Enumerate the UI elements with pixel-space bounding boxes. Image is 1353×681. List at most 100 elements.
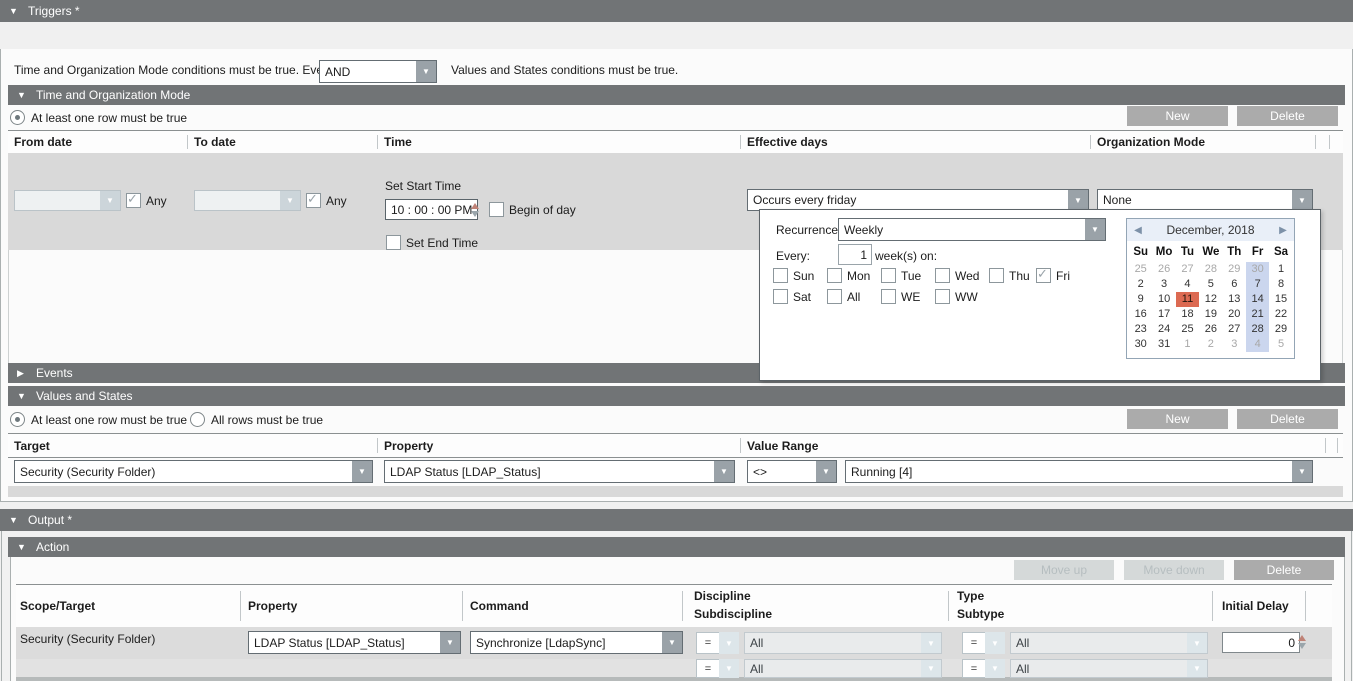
chevron-down-icon[interactable]: ▼	[985, 632, 1005, 654]
chevron-down-icon[interactable]: ▼	[280, 191, 300, 210]
chevron-down-icon[interactable]: ▼	[921, 660, 941, 677]
checkbox-checked-icon[interactable]	[1036, 268, 1051, 283]
chevron-down-icon[interactable]: ▼	[719, 659, 739, 678]
calendar-day-cell[interactable]: 8	[1269, 277, 1292, 292]
chevron-down-icon[interactable]: ▼	[416, 61, 436, 82]
calendar-day-cell[interactable]: 7	[1246, 277, 1269, 292]
radio-selected-icon[interactable]	[10, 110, 25, 125]
calendar-day-cell[interactable]: 25	[1176, 322, 1199, 337]
checkbox-icon[interactable]	[827, 289, 842, 304]
from-any-checkbox-row[interactable]: Any	[126, 193, 167, 208]
calendar-day-cell[interactable]: 6	[1223, 277, 1246, 292]
calendar-day-cell[interactable]: 28	[1199, 262, 1222, 277]
chevron-down-icon[interactable]: ▼	[1187, 633, 1207, 653]
checkbox-icon[interactable]	[489, 202, 504, 217]
calendar-day-cell[interactable]: 5	[1199, 277, 1222, 292]
chevron-down-icon[interactable]: ▼	[1292, 461, 1312, 482]
checkbox-icon[interactable]	[773, 289, 788, 304]
calendar-day-cell[interactable]: 3	[1152, 277, 1175, 292]
checkbox-checked-icon[interactable]	[126, 193, 141, 208]
tom-delete-button[interactable]: Delete	[1237, 106, 1338, 126]
spinner-down-icon[interactable]	[471, 211, 479, 217]
calendar-day-cell[interactable]: 27	[1223, 322, 1246, 337]
calendar-day-cell[interactable]: 20	[1223, 307, 1246, 322]
calendar-day-cell[interactable]: 4	[1246, 337, 1269, 352]
chevron-down-icon[interactable]: ▼	[1187, 660, 1207, 677]
weekday-checkbox-sat[interactable]: Sat	[773, 289, 811, 304]
recurrence-combobox[interactable]: Weekly ▼	[838, 218, 1106, 241]
section-output[interactable]: ▼ Output *	[0, 509, 1353, 531]
calendar-day-cell[interactable]: 2	[1199, 337, 1222, 352]
calendar-day-cell[interactable]: 31	[1152, 337, 1175, 352]
move-up-button[interactable]: Move up	[1014, 560, 1114, 580]
calendar-day-cell[interactable]: 25	[1129, 262, 1152, 277]
vs-rule-one-radio-row[interactable]: At least one row must be true	[10, 412, 187, 427]
calendar-day-cell[interactable]: 12	[1199, 292, 1222, 307]
calendar-day-cell[interactable]: 2	[1129, 277, 1152, 292]
to-date-combobox[interactable]: ▼	[194, 190, 301, 211]
calendar-day-cell[interactable]: 24	[1152, 322, 1175, 337]
subsection-time-org-mode[interactable]: ▼ Time and Organization Mode	[8, 85, 1345, 105]
every-input[interactable]: 1	[838, 244, 872, 265]
weekday-checkbox-tue[interactable]: Tue	[881, 268, 921, 283]
calendar-day-cell[interactable]: 1	[1269, 262, 1292, 277]
chevron-down-icon[interactable]: ▼	[352, 461, 372, 482]
checkbox-icon[interactable]	[989, 268, 1004, 283]
calendar-prev-icon[interactable]: ◀	[1129, 219, 1147, 241]
chevron-down-icon[interactable]: ▼	[985, 659, 1005, 678]
checkbox-icon[interactable]	[881, 268, 896, 283]
vs-delete-button[interactable]: Delete	[1237, 409, 1338, 429]
move-down-button[interactable]: Move down	[1124, 560, 1224, 580]
filter-value-combobox[interactable]: All▼	[1010, 659, 1208, 678]
calendar-day-cell[interactable]: 9	[1129, 292, 1152, 307]
vs-value-combobox[interactable]: Running [4] ▼	[845, 460, 1313, 483]
radio-icon[interactable]	[190, 412, 205, 427]
weekday-checkbox-we[interactable]: WE	[881, 289, 920, 304]
organization-mode-combobox[interactable]: None ▼	[1097, 189, 1313, 211]
radio-selected-icon[interactable]	[10, 412, 25, 427]
calendar-day-cell[interactable]: 14	[1246, 292, 1269, 307]
weekday-checkbox-wed[interactable]: Wed	[935, 268, 979, 283]
vs-property-combobox[interactable]: LDAP Status [LDAP_Status] ▼	[384, 460, 735, 483]
checkbox-checked-icon[interactable]	[306, 193, 321, 208]
weekday-checkbox-all[interactable]: All	[827, 289, 860, 304]
weekday-checkbox-thu[interactable]: Thu	[989, 268, 1030, 283]
vs-target-combobox[interactable]: Security (Security Folder) ▼	[14, 460, 373, 483]
calendar-day-cell[interactable]: 26	[1152, 262, 1175, 277]
calendar-day-cell[interactable]: 16	[1129, 307, 1152, 322]
calendar-day-cell[interactable]: 18	[1176, 307, 1199, 322]
weekday-checkbox-fri[interactable]: Fri	[1036, 268, 1070, 283]
filter-value-combobox[interactable]: All▼	[1010, 632, 1208, 654]
checkbox-icon[interactable]	[827, 268, 842, 283]
calendar-day-cell[interactable]: 21	[1246, 307, 1269, 322]
calendar-day-cell[interactable]: 29	[1269, 322, 1292, 337]
calendar-day-cell[interactable]: 17	[1152, 307, 1175, 322]
section-triggers[interactable]: ▼ Triggers *	[0, 0, 1353, 22]
filter-operator-box[interactable]: =	[696, 632, 720, 654]
calendar-today-cell[interactable]: 11	[1176, 292, 1199, 307]
vs-rule-all-radio-row[interactable]: All rows must be true	[190, 412, 323, 427]
calendar-day-cell[interactable]: 30	[1246, 262, 1269, 277]
tom-new-button[interactable]: New	[1127, 106, 1228, 126]
chevron-down-icon[interactable]: ▼	[714, 461, 734, 482]
calendar-day-cell[interactable]: 23	[1129, 322, 1152, 337]
chevron-down-icon[interactable]: ▼	[662, 632, 682, 653]
calendar-next-icon[interactable]: ▶	[1274, 219, 1292, 241]
checkbox-icon[interactable]	[386, 235, 401, 250]
calendar-day-cell[interactable]: 29	[1223, 262, 1246, 277]
chevron-down-icon[interactable]: ▼	[100, 191, 120, 210]
action-delete-button[interactable]: Delete	[1234, 560, 1334, 580]
calendar-day-cell[interactable]: 4	[1176, 277, 1199, 292]
weekday-checkbox-sun[interactable]: Sun	[773, 268, 814, 283]
spinner-up-icon[interactable]	[471, 203, 479, 209]
to-any-checkbox-row[interactable]: Any	[306, 193, 347, 208]
chevron-down-icon[interactable]: ▼	[921, 633, 941, 653]
spinner-down-icon[interactable]	[1298, 643, 1306, 649]
calendar-day-cell[interactable]: 26	[1199, 322, 1222, 337]
vs-new-button[interactable]: New	[1127, 409, 1228, 429]
chevron-down-icon[interactable]: ▼	[719, 632, 739, 654]
tom-rule-radio-row[interactable]: At least one row must be true	[10, 110, 187, 125]
time-spinner[interactable]	[469, 199, 480, 220]
begin-of-day-checkbox-row[interactable]: Begin of day	[489, 202, 576, 217]
initial-delay-input[interactable]: 0	[1222, 632, 1300, 653]
